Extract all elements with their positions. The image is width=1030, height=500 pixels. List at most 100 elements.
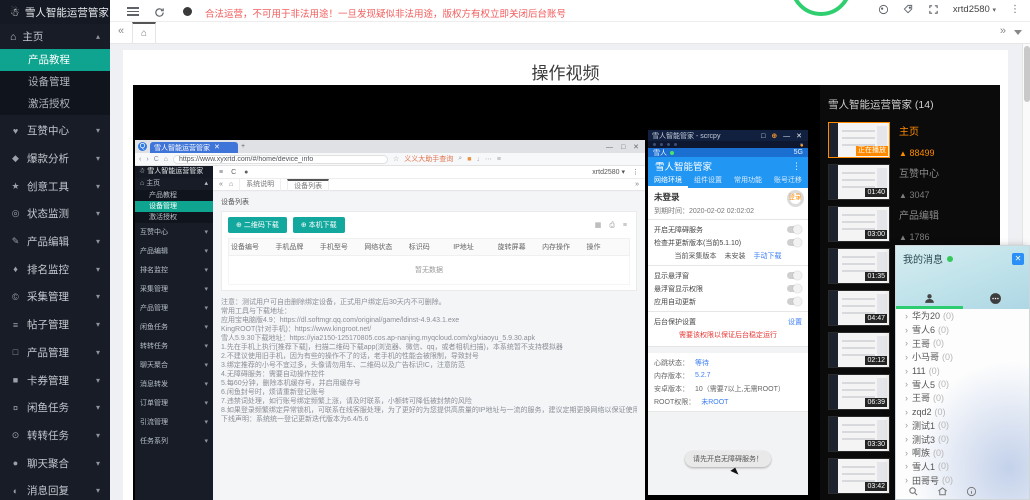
chat-contact[interactable]: ›测试1(0): [896, 419, 1029, 433]
home-icon[interactable]: [937, 486, 948, 497]
home-icon: ⌂: [10, 31, 16, 43]
sidebar-item-creative-tools[interactable]: ★创意工具▾: [0, 172, 110, 200]
refresh-icon[interactable]: [154, 5, 165, 23]
tabs-dropdown-icon[interactable]: [1014, 30, 1022, 35]
sidebar-item-rank-monitor[interactable]: ♦排名监控▾: [0, 255, 110, 283]
theme-icon[interactable]: [878, 4, 889, 15]
sidebar-item-collect-management[interactable]: ©采集管理▾: [0, 283, 110, 311]
toggle-label: 应用自动更新: [654, 297, 696, 307]
local-download-button: ⊕ 本机下载: [293, 217, 345, 233]
sidebar-item-coupon-management[interactable]: ■卡券管理▾: [0, 366, 110, 394]
chevron-down-icon: ▾: [204, 375, 208, 394]
more-menu-icon[interactable]: ⋮: [1010, 4, 1020, 15]
video-player[interactable]: Q 雪人智能运营管家✕ + — □ ✕ ‹ › C ⌂ https://www.…: [133, 85, 1000, 500]
info-value: 10（需要7以上,无需ROOT）: [695, 384, 785, 394]
phone-status-left: 雪人: [653, 148, 667, 158]
collect-label: 当前采集版本: [675, 251, 717, 261]
chat-tab-contacts[interactable]: [896, 292, 963, 305]
chat-contact[interactable]: ›王哥(0): [896, 336, 1029, 350]
topbar: 合法运营，不可用于非法用途！一旦发现疑似非法用途，版权方有权立即关闭后台账号 x…: [110, 0, 1030, 22]
group-label: 转转任务: [27, 428, 69, 443]
mini-tab-active: 设备列表: [287, 179, 329, 191]
tabs-back-icon: «: [219, 181, 223, 188]
chevron-down-icon: ▾: [96, 320, 100, 329]
mini-username: xrtd2580 ▾: [592, 168, 625, 176]
mini-submenu-item: 产品教程: [135, 190, 213, 201]
record-icon[interactable]: [183, 7, 192, 16]
protect-settings-link: 设置: [788, 317, 802, 327]
chevron-right-icon: ›: [905, 407, 908, 417]
sidebar-item-product-management[interactable]: □产品管理▾: [0, 339, 110, 367]
chevron-right-icon: ›: [905, 379, 908, 389]
window-controls: — □ ✕: [606, 143, 642, 151]
playlist-item[interactable]: 正在播放 主页▲ 88499: [820, 120, 1000, 162]
sidebar-item-xianyu-tasks[interactable]: ¤闲鱼任务▾: [0, 394, 110, 422]
duration-badge: 01:35: [865, 272, 887, 281]
chat-contact[interactable]: ›雪人1(0): [896, 460, 1029, 474]
local-download-label: 本机下载: [309, 222, 337, 229]
unread-count: (0): [938, 325, 949, 335]
sidebar-item-product-tutorial[interactable]: 产品教程: [0, 49, 110, 71]
sidebar-item-home[interactable]: ⌂ 主页 ▴: [0, 24, 110, 49]
tab-home[interactable]: ⌂: [132, 22, 156, 43]
duration-badge: 04:47: [865, 314, 887, 323]
chat-contact[interactable]: ›华为20(0): [896, 309, 1029, 323]
sidebar-item-zhuanzhuan-tasks[interactable]: ⊙转转任务▾: [0, 422, 110, 450]
tabs-forward-icon[interactable]: »: [1000, 25, 1006, 37]
group-label: 互赞中心: [27, 123, 69, 138]
chat-contact[interactable]: ›111(0): [896, 364, 1029, 378]
sidebar-item-chat-aggregate[interactable]: ●聊天聚合▾: [0, 449, 110, 477]
sidebar-item-activation[interactable]: 激活授权: [0, 93, 110, 115]
playlist-item[interactable]: 03:00 产品编辑▲ 1786: [820, 204, 1000, 246]
info-label: ROOT权限：: [654, 397, 695, 407]
chevron-down-icon: ▾: [96, 348, 100, 357]
home-icon: ⌂: [141, 28, 147, 39]
user-menu[interactable]: xrtd2580 ▾: [953, 4, 996, 15]
sidebar-item-product-edit[interactable]: ✎产品编辑▾: [0, 228, 110, 256]
playlist-item-title: 主页: [899, 127, 919, 138]
sidebar-item-device-management[interactable]: 设备管理: [0, 71, 110, 93]
duration-badge: 06:39: [865, 398, 887, 407]
chat-contact[interactable]: ›雪人5(0): [896, 377, 1029, 391]
chat-contact[interactable]: ›测试3(0): [896, 432, 1029, 446]
chat-footer: [896, 484, 1029, 499]
home-icon: ⌂: [229, 181, 233, 188]
sidebar-item-hot-analysis[interactable]: ◆爆款分析▾: [0, 145, 110, 173]
chat-contact[interactable]: ›小马哥(0): [896, 350, 1029, 364]
monitor-icon: ◎: [10, 208, 21, 219]
chat-contact[interactable]: ›zqd2(0): [896, 405, 1029, 419]
col-header: 内存操作: [540, 239, 584, 255]
scrollbar-thumb[interactable]: [1024, 46, 1030, 102]
chat-tab-messages[interactable]: [963, 292, 1030, 305]
back-icon: ‹: [139, 156, 141, 163]
mini-home-label: 主页: [146, 178, 160, 190]
views-icon: ▲: [899, 149, 907, 158]
download-icon: ↓: [476, 156, 480, 163]
tabs-back-icon[interactable]: «: [118, 25, 124, 37]
col-header: 设备编号: [229, 239, 273, 255]
mini-group: 转转任务: [140, 337, 168, 356]
info-icon[interactable]: [966, 486, 977, 497]
chat-contact[interactable]: ›王哥(0): [896, 391, 1029, 405]
chevron-down-icon: ▾: [992, 7, 996, 14]
duration-badge: 01:40: [865, 188, 887, 197]
chevron-up-icon: ▴: [204, 178, 208, 190]
sidebar-item-status-monitor[interactable]: ◎状态监测▾: [0, 200, 110, 228]
sidebar-item-post-management[interactable]: ≡帖子管理▾: [0, 311, 110, 339]
menu-icon[interactable]: [127, 7, 139, 16]
chevron-down-icon: ▾: [204, 432, 208, 451]
sidebar-item-like-center[interactable]: ♥互赞中心▾: [0, 117, 110, 145]
video-thumbnail: 03:42: [828, 458, 890, 494]
chat-contact[interactable]: ›雪人6(0): [896, 323, 1029, 337]
chat-contact[interactable]: ›啊族(0): [896, 446, 1029, 460]
fullscreen-icon[interactable]: [928, 4, 939, 15]
playlist-item[interactable]: 01:40 互赞中心▲ 3047: [820, 162, 1000, 204]
phone-status-right: 5G: [794, 149, 803, 156]
chat-close-button[interactable]: ✕: [1012, 253, 1024, 265]
sidebar-item-message-reply[interactable]: ◐消息回复▾: [0, 477, 110, 500]
search-icon[interactable]: [908, 486, 919, 497]
views-count: 3047: [909, 190, 929, 200]
chevron-down-icon: ▾: [204, 337, 208, 356]
mini-brand: 雪人智能运营管家: [147, 168, 203, 175]
tag-icon[interactable]: [903, 4, 914, 15]
